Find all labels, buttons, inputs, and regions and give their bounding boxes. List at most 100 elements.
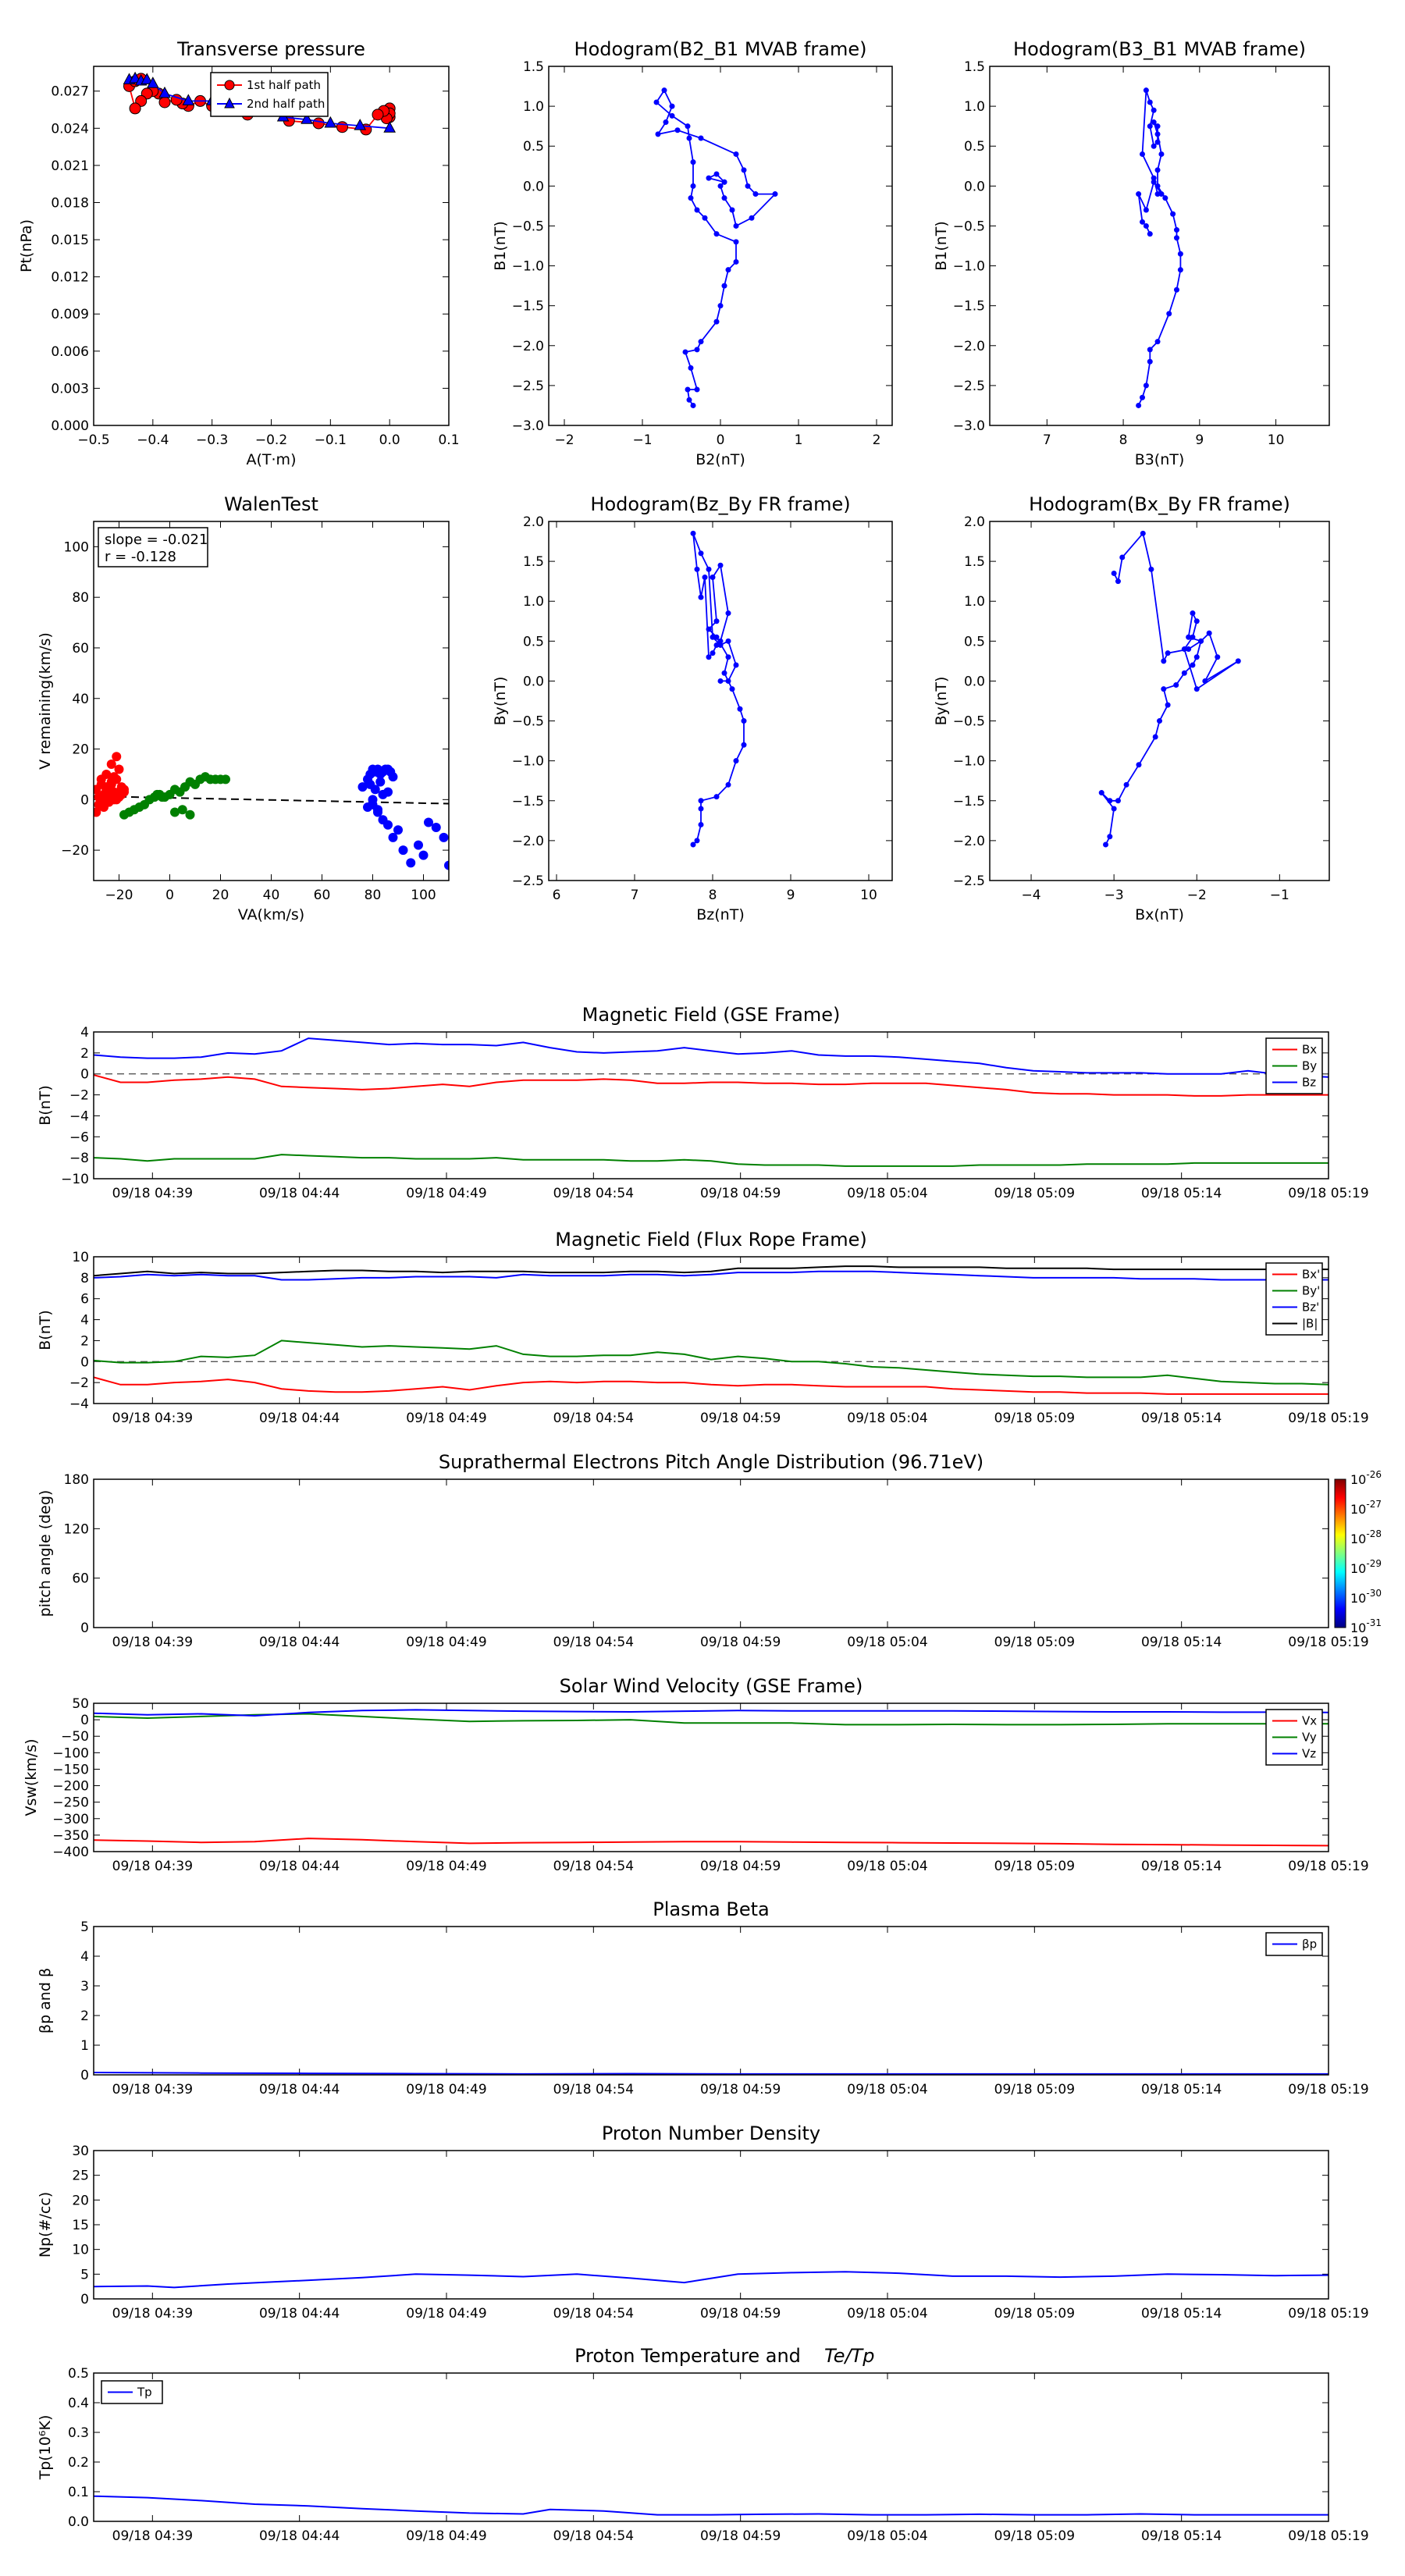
y-tick-label: 50 bbox=[72, 1696, 89, 1712]
data-point bbox=[710, 575, 716, 581]
y-axis-label: Vsw(km/s) bbox=[23, 1738, 40, 1816]
data-point bbox=[1147, 123, 1153, 130]
series-line bbox=[1101, 532, 1239, 845]
data-point bbox=[119, 787, 129, 797]
y-tick-label: −1.5 bbox=[953, 794, 985, 809]
y-tick-label: 1.5 bbox=[523, 59, 544, 75]
data-point bbox=[688, 195, 694, 201]
y-axis-label: Np(#/cc) bbox=[37, 2192, 54, 2258]
x-tick-label: 09/18 04:59 bbox=[700, 1411, 781, 1426]
y-tick-label: −400 bbox=[52, 1845, 89, 1860]
x-tick-label: 09/18 05:14 bbox=[1141, 1186, 1222, 1201]
data-point bbox=[1161, 686, 1167, 692]
chart-title: Plasma Beta bbox=[653, 1898, 769, 1920]
data-point bbox=[1154, 131, 1161, 137]
x-tick-label: −3 bbox=[1104, 888, 1124, 903]
x-tick-label: 09/18 04:59 bbox=[700, 1186, 781, 1201]
y-tick-label: 0.2 bbox=[68, 2455, 89, 2471]
colorbar-tick-exp: -28 bbox=[1366, 1528, 1382, 1539]
x-tick-label: −2 bbox=[1187, 888, 1207, 903]
data-point bbox=[669, 112, 675, 119]
x-tick-label: 6 bbox=[553, 888, 561, 903]
data-point bbox=[1148, 566, 1154, 572]
y-tick-label: −2 bbox=[69, 1375, 89, 1391]
data-point bbox=[698, 550, 704, 557]
y-tick-label: −6 bbox=[69, 1130, 89, 1145]
series-by bbox=[94, 1154, 1329, 1167]
x-tick-label: 09/18 05:04 bbox=[847, 1186, 927, 1201]
data-point bbox=[1151, 179, 1157, 185]
x-tick-label: 09/18 05:19 bbox=[1288, 2528, 1368, 2544]
x-tick-label: 09/18 04:59 bbox=[700, 2528, 781, 2544]
data-point bbox=[1170, 211, 1176, 217]
y-axis-label: βp and β bbox=[37, 1968, 54, 2033]
series-line bbox=[94, 1713, 1329, 1726]
data-point bbox=[368, 795, 378, 805]
x-tick-label: 09/18 05:14 bbox=[1141, 2306, 1222, 2322]
data-point bbox=[1173, 235, 1179, 241]
data-point bbox=[698, 594, 704, 600]
data-point bbox=[129, 102, 141, 115]
data-point bbox=[694, 347, 700, 353]
data-point bbox=[688, 365, 694, 371]
chart-mfg: Magnetic Field (GSE Frame) −10 −8 −6 −4 −2 0 2 4… bbox=[37, 1004, 1369, 1201]
y-axis-label: By(nT) bbox=[492, 677, 509, 726]
data-point bbox=[733, 151, 739, 157]
x-axis-label: B2(nT) bbox=[695, 451, 745, 468]
series-vx bbox=[94, 1838, 1329, 1847]
y-tick-label: −1.0 bbox=[512, 259, 544, 275]
y-tick-label: 0.1 bbox=[68, 2485, 89, 2500]
y-tick-label: −1.5 bbox=[512, 794, 544, 809]
data-point bbox=[685, 123, 691, 130]
data-point bbox=[372, 109, 384, 121]
x-tick-label: 7 bbox=[1043, 432, 1051, 448]
chart-np: Proton Number Density 0 5 10 15 20 25 30 09/18 0… bbox=[37, 2122, 1369, 2322]
y-tick-label: −200 bbox=[52, 1779, 89, 1795]
chart-wt: WalenTest −20 0 20 40 60 80 100 −20 0 20 40 60 80 100 V… bbox=[37, 493, 450, 923]
x-tick-label: 10 bbox=[1268, 432, 1285, 448]
legend-label: Bx bbox=[1302, 1043, 1317, 1057]
data-point bbox=[690, 841, 696, 848]
series-1 bbox=[119, 772, 230, 820]
x-tick-label: 09/18 04:49 bbox=[406, 1859, 486, 1874]
y-tick-label: −0.5 bbox=[953, 714, 985, 730]
data-point bbox=[109, 772, 119, 782]
data-point bbox=[721, 670, 727, 676]
data-point bbox=[1111, 570, 1117, 576]
y-tick-label: 4 bbox=[80, 1949, 89, 1965]
chart-title: Hodogram(B2_B1 MVAB frame) bbox=[574, 38, 867, 60]
x-tick-label: 09/18 04:49 bbox=[406, 2528, 486, 2544]
legend-label: 2nd half path bbox=[247, 97, 325, 111]
x-tick-label: 09/18 05:09 bbox=[994, 2082, 1075, 2097]
series-vz bbox=[94, 1709, 1329, 1717]
x-tick-label: 09/18 04:49 bbox=[406, 1186, 486, 1201]
series-0 bbox=[690, 530, 747, 848]
y-tick-label: −0.5 bbox=[953, 219, 985, 234]
data-point bbox=[733, 222, 739, 229]
data-point bbox=[698, 135, 704, 141]
y-tick-label: 0.0 bbox=[964, 179, 985, 194]
x-tick-label: 09/18 04:39 bbox=[112, 2528, 193, 2544]
data-point bbox=[1190, 662, 1196, 668]
x-tick-label: −0.5 bbox=[77, 432, 109, 448]
x-tick-label: 7 bbox=[631, 888, 639, 903]
data-point bbox=[690, 159, 696, 165]
chart-pad: Suprathermal Electrons Pitch Angle Distr… bbox=[37, 1451, 1382, 1650]
legend-label: By bbox=[1302, 1059, 1317, 1073]
plot-frame bbox=[93, 1031, 1329, 1179]
x-tick-label: 09/18 04:59 bbox=[700, 1859, 781, 1874]
data-point bbox=[1147, 347, 1153, 353]
x-tick-label: 09/18 04:44 bbox=[259, 2528, 340, 2544]
colorbar bbox=[1334, 1478, 1346, 1628]
data-point bbox=[1206, 630, 1212, 636]
y-tick-label: −10 bbox=[61, 1172, 89, 1187]
y-axis-label: B(nT) bbox=[37, 1085, 54, 1126]
data-point bbox=[388, 772, 398, 782]
data-point bbox=[336, 121, 348, 133]
x-axis-label: A(T·m) bbox=[247, 451, 297, 468]
data-point bbox=[373, 805, 382, 815]
series-line bbox=[94, 1074, 1329, 1097]
data-point bbox=[698, 806, 704, 812]
data-point bbox=[706, 626, 712, 632]
data-point bbox=[1161, 658, 1167, 664]
